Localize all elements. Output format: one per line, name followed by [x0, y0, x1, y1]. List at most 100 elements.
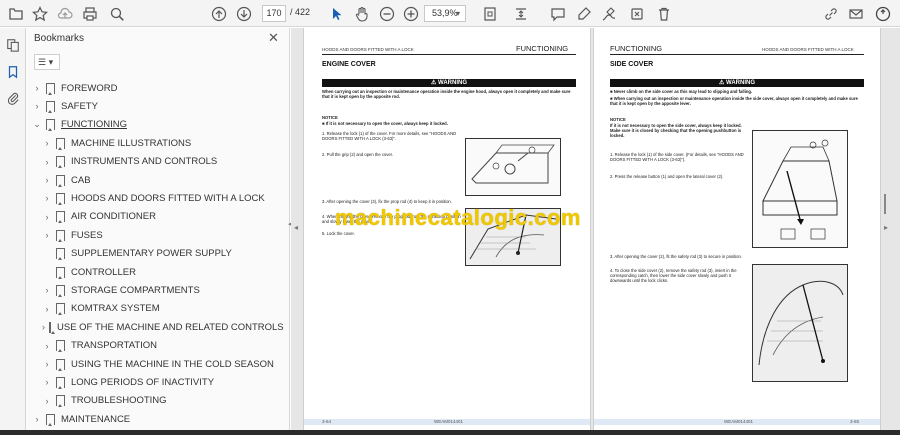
attachment-icon[interactable]: [5, 90, 21, 106]
bookmark-item[interactable]: › TRANSPORTATION: [26, 337, 278, 355]
chevron-right-icon[interactable]: ›: [42, 322, 45, 332]
bookmark-item[interactable]: › SAFETY: [26, 97, 278, 115]
draw-icon[interactable]: [599, 4, 619, 23]
bookmark-item[interactable]: › CAB: [26, 171, 278, 189]
right-header-section: HOODS AND DOORS FITTED WITH A LOCK: [762, 47, 854, 52]
home-icon[interactable]: [6, 4, 26, 23]
bookmark-item[interactable]: › FOREWORD: [26, 79, 278, 97]
chevron-right-icon[interactable]: ›: [42, 230, 52, 240]
left-step-5: 5. Lock the cover.: [322, 231, 355, 236]
chevron-right-icon[interactable]: ›: [42, 341, 52, 351]
print-icon[interactable]: [80, 4, 100, 23]
chevron-right-icon[interactable]: ›: [42, 377, 52, 387]
chevron-right-icon[interactable]: ›: [42, 193, 52, 203]
left-header-section: HOODS AND DOORS FITTED WITH A LOCK: [322, 47, 414, 52]
page-right: FUNCTIONING HOODS AND DOORS FITTED WITH …: [593, 28, 881, 435]
bookmark-icon: [56, 358, 65, 371]
chevron-right-icon[interactable]: ›: [42, 396, 52, 406]
bookmark-label: FUSES: [71, 229, 103, 241]
bookmark-item[interactable]: ⌄ FUNCTIONING: [26, 116, 278, 134]
chevron-down-icon[interactable]: ⌄: [32, 119, 42, 130]
bookmark-item[interactable]: › FUSES: [26, 226, 278, 244]
email-icon[interactable]: [846, 4, 866, 23]
bookmark-item[interactable]: › USING THE MACHINE IN THE COLD SEASON: [26, 355, 278, 373]
page-thumbnails-icon[interactable]: [5, 37, 21, 53]
bookmarks-title: Bookmarks: [34, 33, 85, 44]
scroll-mode-icon[interactable]: [511, 4, 531, 23]
share-link-icon[interactable]: [821, 4, 841, 23]
side-cover-safety-rod-figure: [752, 264, 848, 382]
bookmark-icon: [56, 192, 65, 205]
bookmark-icon: [56, 303, 65, 316]
bookmark-options-button[interactable]: ☰ ▾: [34, 54, 60, 70]
left-step-1: 1. Release the lock (1) of the cover. Fo…: [322, 131, 457, 142]
fit-page-icon[interactable]: [480, 4, 500, 23]
bookmark-icon: [56, 266, 65, 279]
bottom-bar: [0, 430, 900, 435]
comment-icon[interactable]: [548, 4, 568, 23]
account-icon[interactable]: [873, 4, 893, 23]
search-icon[interactable]: [107, 4, 127, 23]
cloud-upload-icon[interactable]: [55, 4, 75, 23]
bookmark-item[interactable]: › USE OF THE MACHINE AND RELATED CONTROLS: [26, 318, 284, 336]
bookmark-item[interactable]: › HOODS AND DOORS FITTED WITH A LOCK: [26, 189, 278, 207]
zoom-in-icon[interactable]: [401, 4, 421, 23]
right-step-1: 1. Release the lock (1) of the side cove…: [610, 152, 744, 163]
page-number-input[interactable]: 170: [262, 5, 286, 22]
bookmark-icon: [56, 395, 65, 408]
page-up-icon[interactable]: [209, 4, 229, 23]
bookmark-star-icon[interactable]: [30, 4, 50, 23]
stamp-icon[interactable]: [627, 4, 647, 23]
select-cursor-icon[interactable]: [327, 4, 347, 23]
chevron-right-icon[interactable]: ›: [42, 304, 52, 314]
left-notice-title: NOTICE: [322, 115, 338, 120]
bookmark-label: HOODS AND DOORS FITTED WITH A LOCK: [71, 192, 265, 204]
bookmark-item[interactable]: CONTROLLER: [26, 263, 278, 281]
chevron-right-icon[interactable]: ›: [42, 138, 52, 148]
bookmark-icon: [56, 376, 65, 389]
close-icon[interactable]: ✕: [268, 30, 279, 46]
bookmark-icon: [46, 119, 55, 132]
bookmark-item[interactable]: SUPPLEMENTARY POWER SUPPLY: [26, 245, 278, 263]
chevron-right-icon[interactable]: ›: [32, 414, 42, 424]
chevron-right-icon[interactable]: ›: [42, 212, 52, 222]
bookmark-label: USE OF THE MACHINE AND RELATED CONTROLS: [57, 321, 284, 333]
document-viewer[interactable]: HOODS AND DOORS FITTED WITH A LOCK FUNCT…: [291, 28, 900, 435]
previous-page-icon[interactable]: ◂: [294, 223, 298, 232]
bookmark-item[interactable]: › INSTRUMENTS AND CONTROLS: [26, 153, 278, 171]
bookmark-label: CONTROLLER: [71, 266, 136, 278]
page-down-icon[interactable]: [234, 4, 254, 23]
chevron-right-icon[interactable]: ›: [42, 285, 52, 295]
bookmark-label: FUNCTIONING: [61, 119, 127, 131]
bookmark-icon: [46, 82, 55, 95]
bookmark-label: SUPPLEMENTARY POWER SUPPLY: [71, 248, 232, 260]
bookmark-label: TROUBLESHOOTING: [71, 395, 167, 407]
page-total: / 422: [290, 7, 311, 17]
bookmarks-panel-icon[interactable]: [5, 64, 21, 80]
bookmark-item[interactable]: › TROUBLESHOOTING: [26, 392, 278, 410]
bookmark-item[interactable]: › STORAGE COMPARTMENTS: [26, 281, 278, 299]
document-scrollbar[interactable]: [884, 194, 886, 214]
watermark: machinecatalogic.com: [335, 205, 581, 230]
chevron-right-icon[interactable]: ›: [42, 359, 52, 369]
trash-icon[interactable]: [654, 4, 674, 23]
hand-tool-icon[interactable]: [352, 4, 372, 23]
zoom-out-icon[interactable]: [377, 4, 397, 23]
bookmark-item[interactable]: › MACHINE ILLUSTRATIONS: [26, 134, 278, 152]
chevron-right-icon[interactable]: ›: [42, 175, 52, 185]
chevron-right-icon[interactable]: ›: [42, 157, 52, 167]
bookmark-icon: [56, 248, 65, 261]
bookmark-item[interactable]: › LONG PERIODS OF INACTIVITY: [26, 373, 278, 391]
chevron-right-icon[interactable]: ›: [32, 101, 42, 111]
bookmarks-panel: Bookmarks ✕ ☰ ▾ › FOREWORD › SAFETY ⌄ FUNCTIO…: [26, 28, 311, 435]
zoom-chevron-down-icon[interactable]: ▾: [456, 5, 460, 22]
right-page-number: 3-65: [850, 419, 860, 424]
page-left: HOODS AND DOORS FITTED WITH A LOCK FUNCT…: [303, 28, 591, 435]
bookmark-label: FOREWORD: [61, 82, 118, 94]
chevron-right-icon[interactable]: ›: [32, 83, 42, 93]
bookmark-item[interactable]: › MAINTENANCE: [26, 410, 278, 428]
bookmark-item[interactable]: › KOMTRAX SYSTEM: [26, 300, 278, 318]
next-page-icon[interactable]: ▸: [884, 223, 888, 232]
bookmark-item[interactable]: › AIR CONDITIONER: [26, 208, 278, 226]
highlight-pen-icon[interactable]: [574, 4, 594, 23]
